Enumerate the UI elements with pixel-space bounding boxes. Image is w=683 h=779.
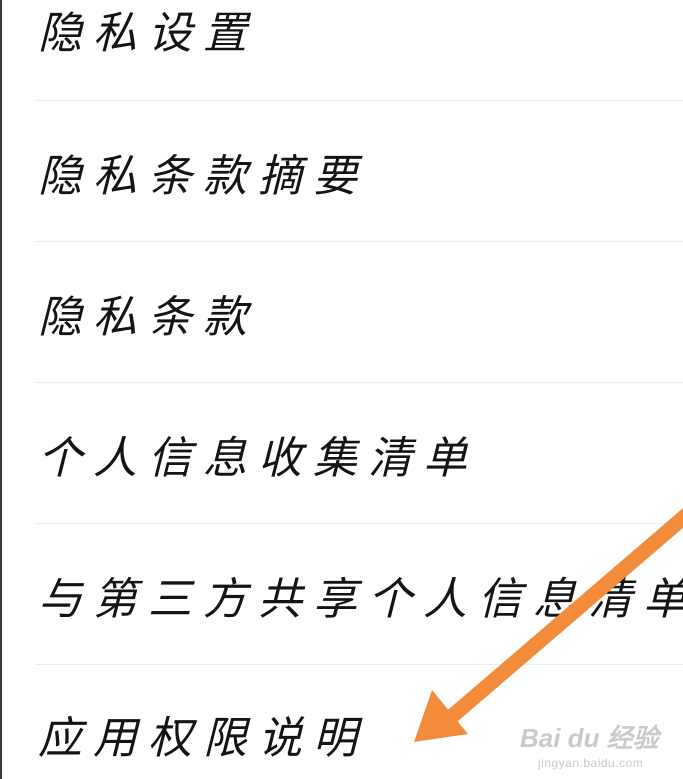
list-item-label: 个人信息收集清单 [38,433,478,484]
list-item-third-party-sharing-list[interactable]: 与第三方共享个人信息清单 [36,524,683,664]
list-item-label: 隐私条款 [38,292,258,343]
watermark-url: jingyan.baidu.com [538,756,644,770]
list-item-label: 应用权限说明 [38,713,368,764]
list-item-privacy-terms[interactable]: 隐私条款 [36,242,683,382]
list-item-label: 与第三方共享个人信息清单 [38,574,683,625]
list-item-privacy-terms-summary[interactable]: 隐私条款摘要 [36,101,683,241]
list-item-label: 隐私设置 [38,8,258,59]
baidu-jingyan-watermark: Bai du 经验 jingyan.baidu.com [520,716,680,776]
list-item-personal-info-collection-list[interactable]: 个人信息收集清单 [36,383,683,523]
privacy-settings-list: 隐私设置 隐私条款摘要 隐私条款 个人信息收集清单 与第三方共享个人信息清单 应… [0,0,683,779]
list-item-label: 隐私条款摘要 [38,151,368,202]
watermark-brand: Bai du 经验 [520,723,659,753]
